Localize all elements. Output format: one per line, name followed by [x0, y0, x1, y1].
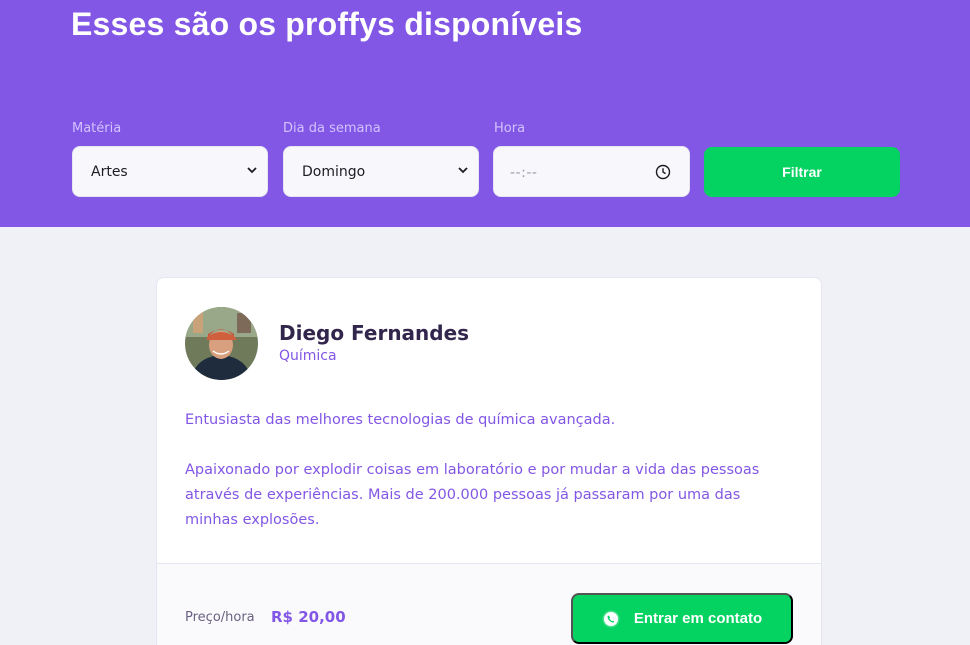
avatar-photo — [185, 307, 258, 380]
contact-button-label: Entrar em contato — [633, 610, 763, 627]
teacher-card: Diego Fernandes Química Entusiasta das m… — [156, 277, 822, 645]
chevron-down-icon — [247, 167, 257, 174]
subject-select[interactable]: Artes — [72, 146, 268, 197]
time-label: Hora — [494, 121, 526, 136]
contact-button[interactable]: Entrar em contato — [571, 593, 793, 644]
subject-label: Matéria — [72, 121, 122, 136]
clock-icon[interactable] — [655, 164, 671, 180]
teacher-subject: Química — [279, 348, 337, 364]
teacher-bio-paragraph: Apaixonado por explodir coisas em labora… — [185, 462, 760, 528]
subject-select-value: Artes — [91, 164, 128, 180]
filter-button[interactable]: Filtrar — [704, 147, 900, 197]
page-title: Esses são os proffys disponíveis — [71, 6, 583, 42]
avatar — [185, 307, 258, 380]
page-header: Esses são os proffys disponíveis Matéria… — [0, 0, 970, 227]
price-value: R$ 20,00 — [271, 608, 346, 626]
time-input[interactable]: --:-- — [493, 146, 690, 197]
weekday-select[interactable]: Domingo — [283, 146, 479, 197]
teacher-bio-paragraph: Entusiasta das melhores tecnologias de q… — [185, 412, 616, 428]
price-label: Preço/hora — [185, 610, 255, 625]
card-footer: Preço/hora R$ 20,00 Entrar em contato — [157, 563, 821, 645]
whatsapp-icon — [602, 610, 620, 627]
time-placeholder: --:-- — [510, 165, 538, 181]
weekday-label: Dia da semana — [283, 121, 381, 136]
weekday-select-value: Domingo — [302, 164, 366, 180]
chevron-down-icon — [458, 167, 468, 174]
teacher-name: Diego Fernandes — [279, 321, 470, 345]
